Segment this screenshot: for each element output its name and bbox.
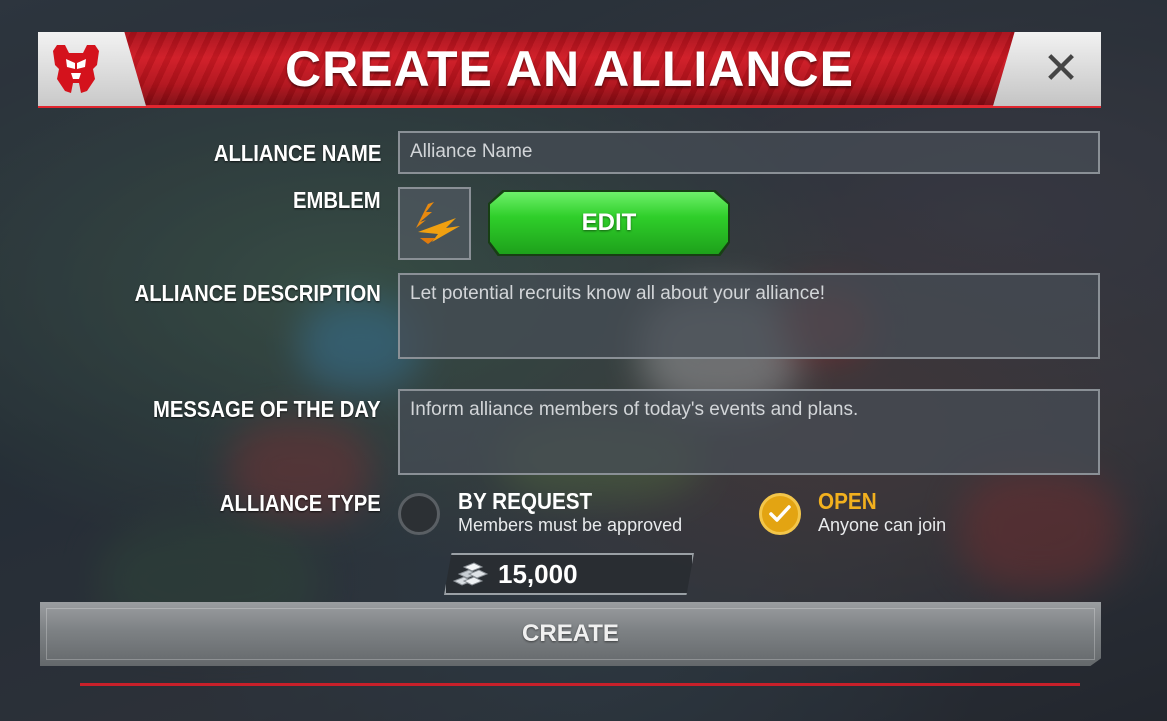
- open-title: OPEN: [818, 488, 877, 514]
- by-request-radio[interactable]: [398, 493, 440, 535]
- alliance-description-input[interactable]: Let potential recruits know all about yo…: [398, 273, 1100, 359]
- alliance-name-input[interactable]: Alliance Name: [398, 131, 1100, 174]
- page-title: CREATE AN ALLIANCE: [285, 41, 854, 97]
- footer-divider: [80, 683, 1080, 686]
- alliance-description-label: ALLIANCE DESCRIPTION: [134, 280, 381, 306]
- edit-emblem-button[interactable]: EDIT: [490, 192, 728, 254]
- create-button-label: CREATE: [522, 620, 619, 647]
- by-request-title: BY REQUEST: [458, 488, 593, 514]
- open-subtitle: Anyone can join: [818, 515, 947, 535]
- message-of-the-day-input[interactable]: Inform alliance members of today's event…: [398, 389, 1100, 475]
- emblem-preview[interactable]: [398, 187, 471, 260]
- by-request-subtitle: Members must be approved: [458, 515, 683, 535]
- alliance-description-placeholder: Let potential recruits know all about yo…: [410, 283, 826, 304]
- close-icon: ✕: [1042, 43, 1080, 94]
- cost-badge: 15,000: [444, 553, 694, 595]
- alliance-name-placeholder: Alliance Name: [410, 141, 533, 162]
- cost-value: 15,000: [498, 558, 578, 589]
- alliance-name-label: ALLIANCE NAME: [213, 140, 381, 166]
- silver-ingots-icon: [452, 562, 489, 586]
- alliance-type-label: ALLIANCE TYPE: [220, 490, 381, 516]
- message-of-the-day-label: MESSAGE OF THE DAY: [153, 396, 381, 422]
- lightning-emblem-icon: [415, 201, 460, 244]
- emblem-label: EMBLEM: [293, 187, 381, 213]
- message-of-the-day-placeholder: Inform alliance members of today's event…: [410, 399, 859, 420]
- create-button[interactable]: CREATE: [40, 602, 1101, 666]
- autobot-logo-icon: [50, 42, 102, 96]
- checkmark-icon: [769, 505, 791, 522]
- open-radio[interactable]: [759, 493, 801, 535]
